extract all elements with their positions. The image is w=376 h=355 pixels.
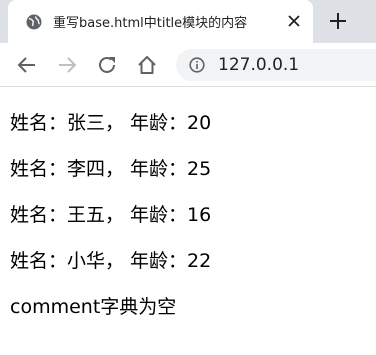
plus-icon[interactable]: [326, 9, 350, 33]
browser-toolbar: 127.0.0.1: [0, 43, 376, 87]
globe-icon: [26, 14, 42, 29]
list-item: 姓名：小华， 年龄：22: [10, 250, 212, 272]
address-bar[interactable]: 127.0.0.1: [176, 49, 376, 81]
list-item: 姓名：张三， 年龄：20: [10, 112, 212, 134]
reload-icon[interactable]: [96, 54, 118, 76]
list-item: 姓名：王五， 年龄：16: [10, 204, 212, 226]
tab-strip: 重写base.html中title模块的内容: [0, 0, 376, 43]
close-icon[interactable]: [287, 14, 301, 28]
home-icon[interactable]: [136, 54, 158, 76]
comment-empty-text: comment字典为空: [10, 296, 177, 318]
tab-active[interactable]: 重写base.html中title模块的内容: [8, 0, 313, 43]
info-icon[interactable]: [189, 57, 205, 73]
tab-title: 重写base.html中title模块的内容: [53, 16, 248, 31]
url-text[interactable]: 127.0.0.1: [218, 55, 299, 75]
back-arrow-icon[interactable]: [16, 54, 38, 76]
list-item: 姓名：李四， 年龄：25: [10, 158, 212, 180]
forward-arrow-icon[interactable]: [56, 54, 78, 76]
